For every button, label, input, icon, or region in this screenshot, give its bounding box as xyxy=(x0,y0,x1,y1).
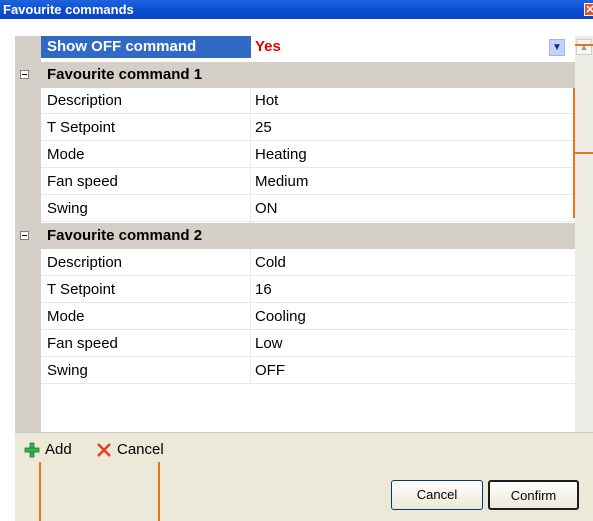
property-row[interactable]: Mode Cooling xyxy=(15,304,575,330)
callout-line xyxy=(39,462,41,521)
property-value[interactable]: Heating xyxy=(251,142,575,168)
property-row[interactable]: Description Hot xyxy=(15,88,575,114)
show-off-row[interactable]: Show OFF command Yes xyxy=(41,36,577,58)
show-off-label: Show OFF command xyxy=(41,36,251,58)
property-name: T Setpoint xyxy=(41,277,251,303)
property-row[interactable]: Fan speed Low xyxy=(15,331,575,357)
confirm-button[interactable]: Confirm xyxy=(488,480,579,510)
close-icon[interactable]: ✕ xyxy=(584,3,593,16)
property-value[interactable]: Hot xyxy=(251,88,575,114)
category-title: Favourite command 2 xyxy=(47,227,203,244)
callout-line xyxy=(575,44,593,46)
property-value[interactable]: 25 xyxy=(251,115,575,141)
category-favourite-command-2[interactable]: Favourite command 2 xyxy=(15,223,575,249)
property-row[interactable]: Swing OFF xyxy=(15,358,575,384)
property-value[interactable]: Medium xyxy=(251,169,575,195)
property-row[interactable]: Fan speed Medium xyxy=(15,169,575,195)
property-row[interactable]: T Setpoint 16 xyxy=(15,277,575,303)
property-name: Fan speed xyxy=(41,169,251,195)
property-name: Swing xyxy=(41,358,251,384)
property-value[interactable]: Low xyxy=(251,331,575,357)
category-favourite-command-1[interactable]: Favourite command 1 xyxy=(15,62,575,88)
property-row[interactable]: Description Cold xyxy=(15,250,575,276)
callout-line xyxy=(575,152,593,154)
toolbar-cancel-button[interactable]: Cancel xyxy=(95,433,164,466)
grid-toolbar: Add Cancel xyxy=(15,432,593,466)
window-titlebar: Favourite commands ✕ xyxy=(0,0,593,19)
property-row[interactable]: Swing ON xyxy=(15,196,575,222)
add-label: Add xyxy=(45,441,72,458)
chevron-down-icon[interactable]: ▼ xyxy=(549,39,565,56)
property-name: Description xyxy=(41,88,251,114)
property-name: Description xyxy=(41,250,251,276)
cancel-button[interactable]: Cancel xyxy=(391,480,483,510)
property-name: T Setpoint xyxy=(41,115,251,141)
property-name: Mode xyxy=(41,142,251,168)
property-name: Fan speed xyxy=(41,331,251,357)
collapse-icon[interactable] xyxy=(20,70,29,79)
show-off-value[interactable]: Yes xyxy=(251,36,555,58)
property-value[interactable]: Cold xyxy=(251,250,575,276)
x-icon xyxy=(97,443,111,457)
add-button[interactable]: Add xyxy=(23,433,72,466)
property-name: Swing xyxy=(41,196,251,222)
callout-line xyxy=(158,462,160,521)
property-value[interactable]: Cooling xyxy=(251,304,575,330)
category-title: Favourite command 1 xyxy=(47,66,203,83)
property-value[interactable]: ON xyxy=(251,196,575,222)
property-row[interactable]: T Setpoint 25 xyxy=(15,115,575,141)
vertical-scrollbar[interactable]: ▲ ▼ xyxy=(575,36,593,466)
collapse-icon[interactable] xyxy=(20,231,29,240)
property-row[interactable]: Mode Heating xyxy=(15,142,575,168)
property-value[interactable]: OFF xyxy=(251,358,575,384)
property-name: Mode xyxy=(41,304,251,330)
property-value[interactable]: 16 xyxy=(251,277,575,303)
cancel-label: Cancel xyxy=(117,441,164,458)
plus-icon xyxy=(24,442,40,458)
scroll-up-icon[interactable]: ▲ xyxy=(576,39,592,55)
window-title: Favourite commands xyxy=(3,2,134,17)
